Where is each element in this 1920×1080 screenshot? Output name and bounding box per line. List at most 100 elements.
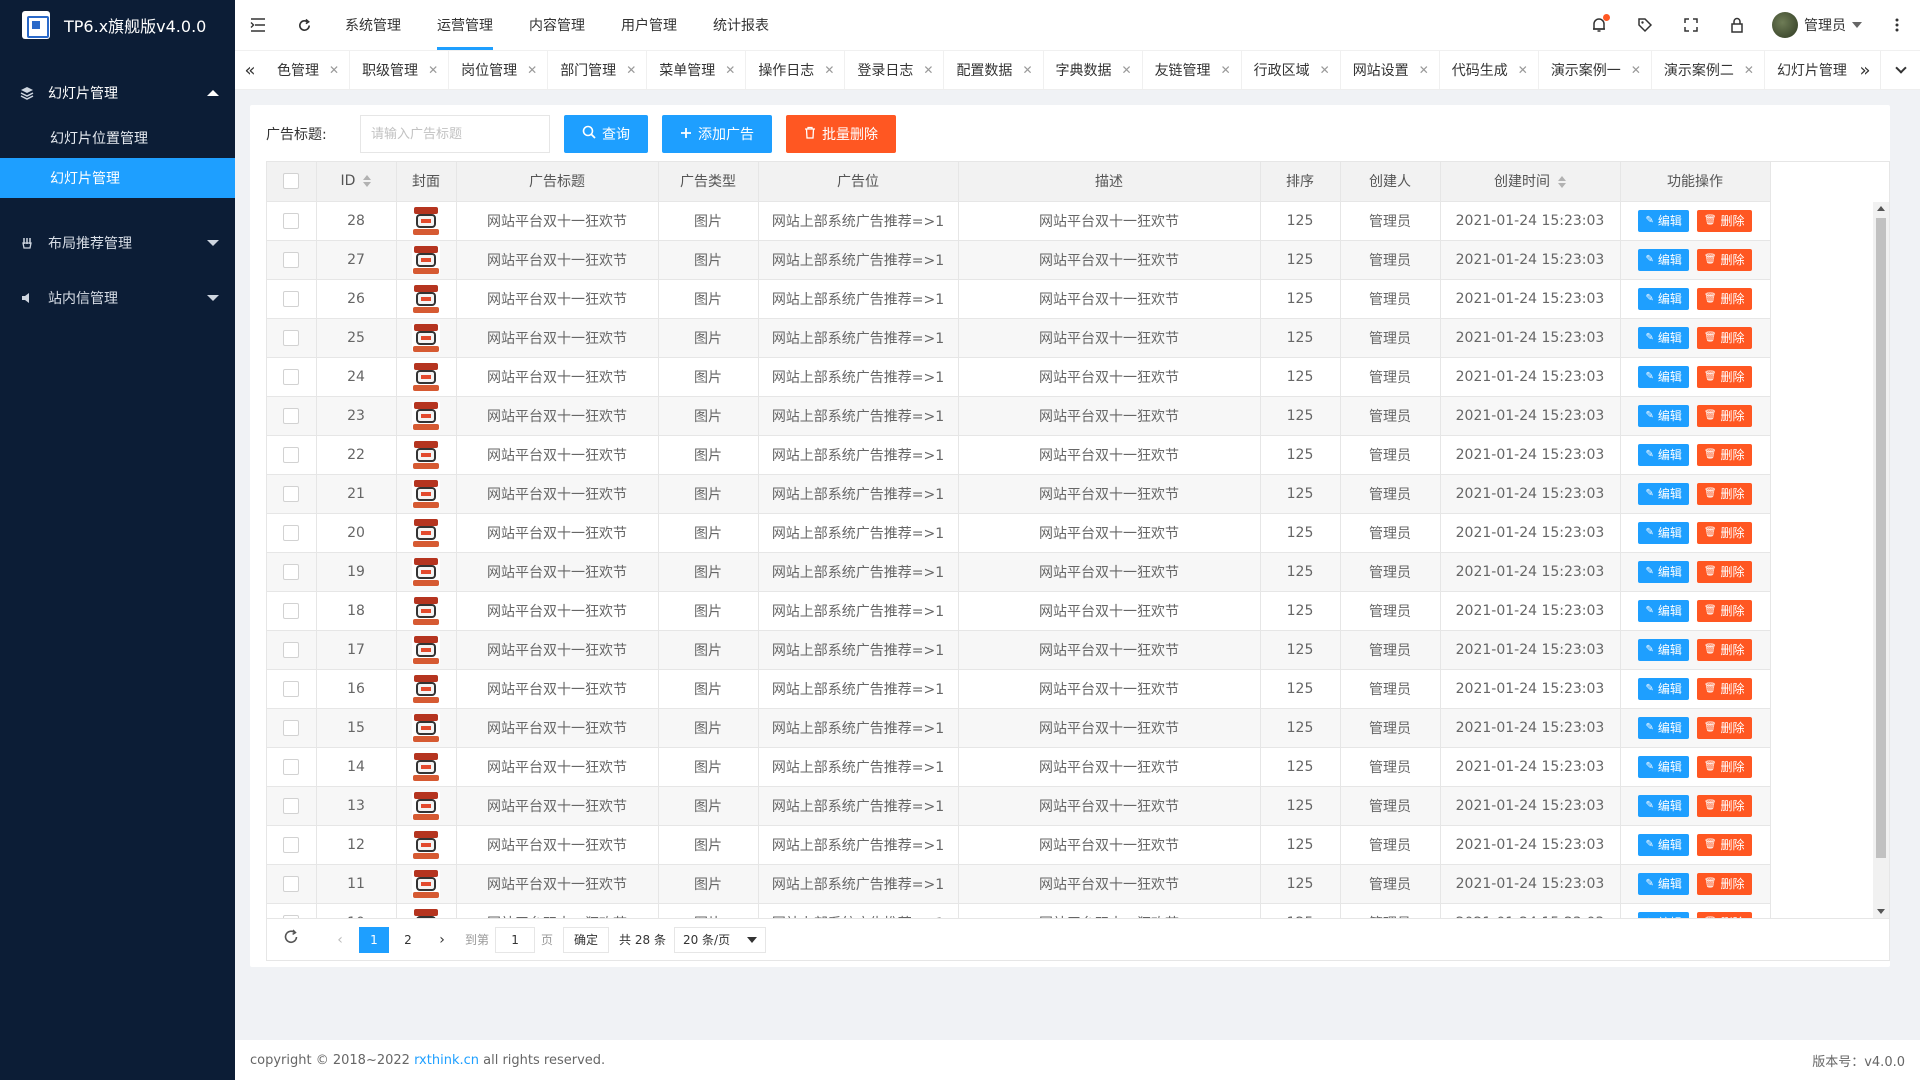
edit-button[interactable]: ✎编辑: [1638, 716, 1689, 739]
edit-button[interactable]: ✎编辑: [1638, 872, 1689, 895]
close-icon[interactable]: ✕: [725, 63, 735, 77]
delete-button[interactable]: 🗑删除: [1696, 287, 1752, 310]
cell-cover[interactable]: [396, 201, 457, 241]
tab-item[interactable]: 网站设置 ✕: [1341, 51, 1440, 89]
edit-button[interactable]: ✎编辑: [1638, 833, 1689, 856]
tab-item[interactable]: 配置数据 ✕: [944, 51, 1044, 89]
row-checkbox[interactable]: [283, 251, 300, 268]
row-checkbox[interactable]: [283, 563, 300, 580]
row-checkbox[interactable]: [283, 407, 300, 424]
delete-button[interactable]: 🗑删除: [1696, 677, 1752, 700]
topnav-system[interactable]: 系统管理: [327, 0, 419, 50]
cell-cover[interactable]: [396, 825, 457, 865]
row-select-cell[interactable]: [267, 708, 317, 748]
delete-button[interactable]: 🗑删除: [1696, 560, 1752, 583]
table-row[interactable]: 25 网站平台双十一狂欢节 图片 网站上部系统广告推荐=>1 网站平台双十一狂欢节 125…: [267, 318, 1771, 358]
row-checkbox[interactable]: [283, 758, 300, 775]
edit-button[interactable]: ✎编辑: [1638, 911, 1689, 918]
row-checkbox[interactable]: [283, 875, 300, 892]
cover-image[interactable]: [412, 401, 440, 430]
edit-button[interactable]: ✎编辑: [1638, 443, 1689, 466]
topnav-stats[interactable]: 统计报表: [695, 0, 787, 50]
cover-image[interactable]: [412, 908, 440, 918]
sort-icon[interactable]: [1558, 176, 1566, 189]
scrollbar-thumb[interactable]: [1876, 218, 1886, 858]
close-icon[interactable]: ✕: [329, 63, 339, 77]
delete-button[interactable]: 🗑删除: [1696, 755, 1752, 778]
more-vertical-icon[interactable]: [1874, 0, 1920, 50]
row-checkbox[interactable]: [283, 719, 300, 736]
cell-cover[interactable]: [396, 591, 457, 631]
table-row[interactable]: 17 网站平台双十一狂欢节 图片 网站上部系统广告推荐=>1 网站平台双十一狂欢节 125…: [267, 630, 1771, 670]
delete-button[interactable]: 🗑删除: [1696, 443, 1752, 466]
tab-item[interactable]: 操作日志 ✕: [746, 51, 846, 89]
cover-image[interactable]: [412, 362, 440, 391]
tag-icon[interactable]: [1622, 0, 1668, 50]
tab-item[interactable]: 幻灯片管理: [1765, 51, 1850, 89]
cell-cover[interactable]: [396, 669, 457, 709]
add-ad-button[interactable]: 添加广告: [662, 115, 772, 153]
row-select-cell[interactable]: [267, 825, 317, 865]
tab-item[interactable]: 部门管理 ✕: [548, 51, 648, 89]
table-row[interactable]: 23 网站平台双十一狂欢节 图片 网站上部系统广告推荐=>1 网站平台双十一狂欢节 125…: [267, 396, 1771, 436]
cover-image[interactable]: [412, 323, 440, 352]
prev-page-icon[interactable]: ‹: [325, 927, 355, 953]
refresh-icon[interactable]: [283, 929, 307, 950]
cell-cover[interactable]: [396, 357, 457, 397]
cover-image[interactable]: [412, 245, 440, 274]
sidebar-group-layout[interactable]: 布局推荐管理: [0, 218, 235, 268]
close-icon[interactable]: ✕: [1320, 63, 1330, 77]
page-1[interactable]: 1: [359, 926, 389, 953]
cell-cover[interactable]: [396, 747, 457, 787]
scroll-up-icon[interactable]: [1877, 206, 1885, 211]
close-icon[interactable]: ✕: [1518, 63, 1528, 77]
edit-button[interactable]: ✎编辑: [1638, 755, 1689, 778]
table-row[interactable]: 12 网站平台双十一狂欢节 图片 网站上部系统广告推荐=>1 网站平台双十一狂欢节 125…: [267, 825, 1771, 865]
cover-image[interactable]: [412, 869, 440, 898]
sidebar-item-slide-position[interactable]: 幻灯片位置管理: [0, 118, 235, 158]
column-created-time[interactable]: 创建时间: [1440, 162, 1621, 202]
sort-icon[interactable]: [363, 175, 372, 188]
table-row[interactable]: 16 网站平台双十一狂欢节 图片 网站上部系统广告推荐=>1 网站平台双十一狂欢节 125…: [267, 669, 1771, 709]
close-icon[interactable]: ✕: [626, 63, 636, 77]
row-select-cell[interactable]: [267, 474, 317, 514]
delete-button[interactable]: 🗑删除: [1696, 404, 1752, 427]
cell-cover[interactable]: [396, 513, 457, 553]
row-select-cell[interactable]: [267, 513, 317, 553]
topnav-content[interactable]: 内容管理: [511, 0, 603, 50]
page-2[interactable]: 2: [393, 927, 423, 953]
goto-confirm-button[interactable]: 确定: [563, 926, 610, 953]
close-icon[interactable]: ✕: [1744, 63, 1754, 77]
table-row[interactable]: 11 网站平台双十一狂欢节 图片 网站上部系统广告推荐=>1 网站平台双十一狂欢节 125…: [267, 864, 1771, 904]
row-select-cell[interactable]: [267, 552, 317, 592]
cell-cover[interactable]: [396, 279, 457, 319]
batch-delete-button[interactable]: 批量删除: [786, 115, 896, 153]
refresh-icon[interactable]: [281, 0, 327, 50]
delete-button[interactable]: 🗑删除: [1696, 521, 1752, 544]
cover-image[interactable]: [412, 635, 440, 664]
cover-image[interactable]: [412, 830, 440, 859]
table-row[interactable]: 19 网站平台双十一狂欢节 图片 网站上部系统广告推荐=>1 网站平台双十一狂欢节 125…: [267, 552, 1771, 592]
cover-image[interactable]: [412, 206, 440, 235]
row-checkbox[interactable]: [283, 524, 300, 541]
cover-image[interactable]: [412, 713, 440, 742]
cover-image[interactable]: [412, 791, 440, 820]
row-select-cell[interactable]: [267, 435, 317, 475]
row-checkbox[interactable]: [283, 602, 300, 619]
row-checkbox[interactable]: [283, 446, 300, 463]
edit-button[interactable]: ✎编辑: [1638, 287, 1689, 310]
table-row[interactable]: 14 网站平台双十一狂欢节 图片 网站上部系统广告推荐=>1 网站平台双十一狂欢节 125…: [267, 747, 1771, 787]
tabs-scroll-right-icon[interactable]: »: [1850, 51, 1880, 89]
edit-button[interactable]: ✎编辑: [1638, 599, 1689, 622]
table-row[interactable]: 24 网站平台双十一狂欢节 图片 网站上部系统广告推荐=>1 网站平台双十一狂欢节 125…: [267, 357, 1771, 397]
bell-icon[interactable]: [1576, 0, 1622, 50]
row-select-cell[interactable]: [267, 591, 317, 631]
table-row[interactable]: 28 网站平台双十一狂欢节 图片 网站上部系统广告推荐=>1 网站平台双十一狂欢节 125…: [267, 201, 1771, 241]
table-row[interactable]: 18 网站平台双十一狂欢节 图片 网站上部系统广告推荐=>1 网站平台双十一狂欢节 125…: [267, 591, 1771, 631]
close-icon[interactable]: ✕: [428, 63, 438, 77]
row-select-cell[interactable]: [267, 903, 317, 918]
row-select-cell[interactable]: [267, 240, 317, 280]
delete-button[interactable]: 🗑删除: [1696, 209, 1752, 232]
row-checkbox[interactable]: [283, 212, 300, 229]
menu-toggle-icon[interactable]: [235, 0, 281, 50]
